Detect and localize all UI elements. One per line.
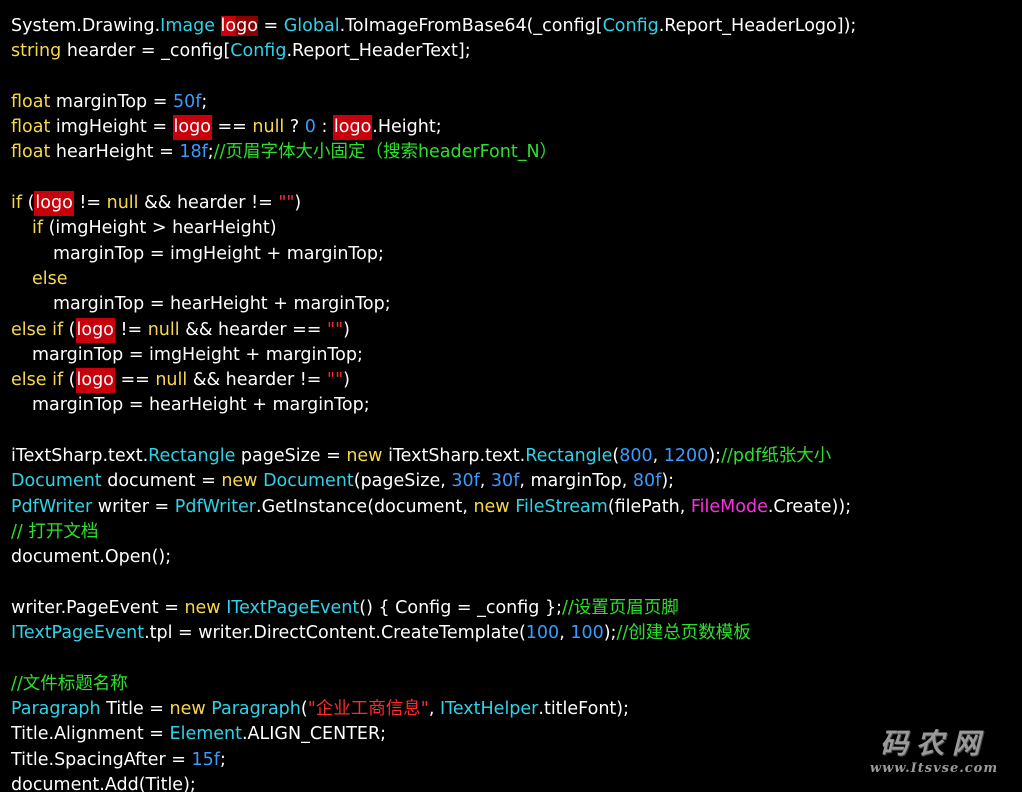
code-line-14: marginTop = imgHeight + marginTop;	[32, 344, 363, 365]
code-comment: //pdf纸张大小	[721, 446, 832, 467]
code-line-21: // 打开文档	[11, 520, 1016, 545]
code-comment: //创建总页数模板	[616, 623, 751, 644]
watermark-url: www.Itsvse.com	[869, 761, 999, 776]
code-line-22: document.Open();	[11, 547, 172, 568]
search-highlight: logo	[34, 191, 74, 217]
code-line-9: if (imgHeight > hearHeight)	[32, 218, 277, 239]
code-line-10: marginTop = imgHeight + marginTop;	[53, 243, 384, 264]
code-line-6: float hearHeight = 18f;//页眉字体大小固定（搜索head…	[11, 140, 1016, 165]
code-line-13: else if (logo != null && hearder == "")	[11, 317, 1016, 343]
code-comment: //页眉字体大小固定（搜索headerFont_N）	[213, 142, 558, 163]
search-highlight: logo	[220, 16, 258, 36]
code-line-16: marginTop = hearHeight + marginTop;	[32, 395, 370, 416]
code-line-18: iTextSharp.text. Rectangle pageSize = new…	[11, 444, 1016, 469]
code-comment: //设置页眉页脚	[562, 597, 679, 618]
code-line-8: if (logo != null && hearder != "")	[11, 191, 1016, 217]
code-line-15: else if (logo == null && hearder != "")	[11, 368, 1016, 394]
code-editor[interactable]: System.Drawing. Image logo = Global .ToIma…	[11, 14, 1016, 792]
code-line-28: Paragraph Title = new Paragraph("企业工商信息"…	[11, 699, 629, 720]
code-line-27: //文件标题名称	[11, 672, 1016, 697]
code-line-4: float marginTop = 50f;	[11, 91, 208, 112]
watermark-brand: 码农网	[879, 727, 988, 760]
code-line-11: else	[32, 268, 68, 289]
code-line-24: writer.PageEvent = new ITextPageEvent() …	[11, 596, 1016, 621]
code-comment: //文件标题名称	[11, 673, 128, 694]
code-line-1: System.Drawing. Image logo = Global .ToIma…	[11, 14, 1016, 39]
code-line-5: float imgHeight = logo == null ? 0 : log…	[11, 115, 1016, 141]
code-comment: // 打开文档	[11, 521, 99, 542]
code-line-19: Document document = new Document (pageSiz…	[11, 471, 675, 492]
code-line-20: PdfWriter writer = PdfWriter .GetInstance…	[11, 496, 852, 517]
search-highlight: logo	[332, 115, 373, 141]
search-highlight: logo	[172, 115, 212, 141]
site-watermark: 码农网 www.Itsvse.com	[864, 728, 1004, 784]
search-highlight: logo	[75, 368, 115, 394]
code-line-12: marginTop = hearHeight + marginTop;	[53, 294, 391, 315]
code-line-2: string hearder = _config[Config .Report_H…	[11, 41, 471, 62]
search-highlight: logo	[75, 317, 115, 343]
code-line-25: ITextPageEvent .tpl = writer.DirectConten…	[11, 621, 1016, 646]
